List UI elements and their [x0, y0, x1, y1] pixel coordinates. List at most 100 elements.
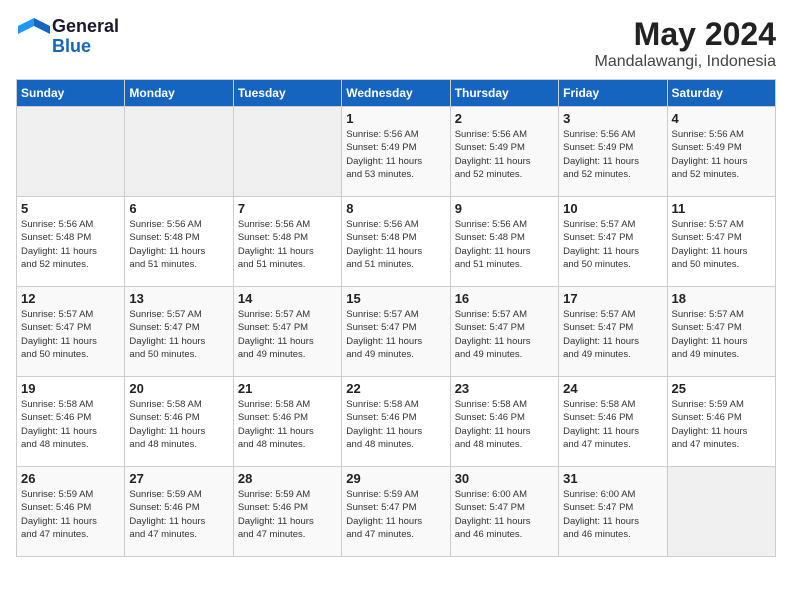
day-number: 15 [346, 291, 445, 306]
day-info: Sunrise: 5:58 AM Sunset: 5:46 PM Dayligh… [346, 398, 445, 451]
day-info: Sunrise: 5:57 AM Sunset: 5:47 PM Dayligh… [563, 308, 662, 361]
calendar-cell: 23Sunrise: 5:58 AM Sunset: 5:46 PM Dayli… [450, 377, 558, 467]
day-info: Sunrise: 5:56 AM Sunset: 5:49 PM Dayligh… [346, 128, 445, 181]
day-info: Sunrise: 5:59 AM Sunset: 5:47 PM Dayligh… [346, 488, 445, 541]
day-number: 5 [21, 201, 120, 216]
calendar-cell: 5 Sunrise: 5:56 AM Sunset: 5:48 PM Daylig… [17, 197, 125, 287]
calendar-cell: 29 Sunrise: 5:59 AM Sunset: 5:47 PM Dayli… [342, 467, 450, 557]
day-info: Sunrise: 5:56 AM Sunset: 5:49 PM Dayligh… [672, 128, 771, 181]
day-info: Sunrise: 5:59 AM Sunset: 5:46 PM Dayligh… [129, 488, 228, 541]
day-number: 29 [346, 471, 445, 486]
logo: General Blue [16, 16, 119, 57]
day-info: Sunrise: 5:59 AM Sunset: 5:46 PM Dayligh… [238, 488, 337, 541]
calendar-cell [667, 467, 775, 557]
calendar-cell: 2 Sunrise: 5:56 AM Sunset: 5:49 PM Daylig… [450, 107, 558, 197]
day-info: Sunrise: 5:58 AM Sunset: 5:46 PM Dayligh… [563, 398, 662, 451]
day-info: Sunrise: 5:58 AM Sunset: 5:46 PM Dayligh… [455, 398, 554, 451]
day-number: 18 [672, 291, 771, 306]
day-number: 16 [455, 291, 554, 306]
calendar-week-row: 5 Sunrise: 5:56 AM Sunset: 5:48 PM Daylig… [17, 197, 776, 287]
calendar-cell [125, 107, 233, 197]
day-info: Sunrise: 5:58 AM Sunset: 5:46 PM Dayligh… [238, 398, 337, 451]
day-info: Sunrise: 5:56 AM Sunset: 5:48 PM Dayligh… [21, 218, 120, 271]
calendar-title: May 2024 [595, 16, 776, 53]
day-info: Sunrise: 5:56 AM Sunset: 5:48 PM Dayligh… [129, 218, 228, 271]
day-info: Sunrise: 5:58 AM Sunset: 5:46 PM Dayligh… [21, 398, 120, 451]
weekday-header-row: SundayMondayTuesdayWednesdayThursdayFrid… [17, 80, 776, 107]
calendar-cell: 6 Sunrise: 5:56 AM Sunset: 5:48 PM Daylig… [125, 197, 233, 287]
weekday-header-thursday: Thursday [450, 80, 558, 107]
weekday-header-friday: Friday [559, 80, 667, 107]
day-info: Sunrise: 5:57 AM Sunset: 5:47 PM Dayligh… [129, 308, 228, 361]
calendar-cell: 4Sunrise: 5:56 AM Sunset: 5:49 PM Daylig… [667, 107, 775, 197]
calendar-cell: 8Sunrise: 5:56 AM Sunset: 5:48 PM Daylig… [342, 197, 450, 287]
calendar-cell: 28 Sunrise: 5:59 AM Sunset: 5:46 PM Dayli… [233, 467, 341, 557]
day-number: 14 [238, 291, 337, 306]
calendar-cell: 19 Sunrise: 5:58 AM Sunset: 5:46 PM Dayli… [17, 377, 125, 467]
calendar-cell: 22 Sunrise: 5:58 AM Sunset: 5:46 PM Dayli… [342, 377, 450, 467]
day-number: 12 [21, 291, 120, 306]
page-header: General Blue May 2024 Mandalawangi, Indo… [16, 16, 776, 71]
calendar-cell: 9 Sunrise: 5:56 AM Sunset: 5:48 PM Daylig… [450, 197, 558, 287]
day-number: 2 [455, 111, 554, 126]
calendar-cell [233, 107, 341, 197]
calendar-table: SundayMondayTuesdayWednesdayThursdayFrid… [16, 79, 776, 557]
day-number: 3 [563, 111, 662, 126]
day-info: Sunrise: 5:57 AM Sunset: 5:47 PM Dayligh… [672, 308, 771, 361]
calendar-cell: 27 Sunrise: 5:59 AM Sunset: 5:46 PM Dayli… [125, 467, 233, 557]
day-info: Sunrise: 5:56 AM Sunset: 5:49 PM Dayligh… [455, 128, 554, 181]
day-info: Sunrise: 5:57 AM Sunset: 5:47 PM Dayligh… [455, 308, 554, 361]
day-info: Sunrise: 5:56 AM Sunset: 5:48 PM Dayligh… [455, 218, 554, 271]
day-number: 31 [563, 471, 662, 486]
day-number: 26 [21, 471, 120, 486]
day-info: Sunrise: 5:57 AM Sunset: 5:47 PM Dayligh… [672, 218, 771, 271]
calendar-cell: 7 Sunrise: 5:56 AM Sunset: 5:48 PM Daylig… [233, 197, 341, 287]
calendar-cell: 11 Sunrise: 5:57 AM Sunset: 5:47 PM Dayli… [667, 197, 775, 287]
day-info: Sunrise: 5:57 AM Sunset: 5:47 PM Dayligh… [21, 308, 120, 361]
calendar-cell: 30Sunrise: 6:00 AM Sunset: 5:47 PM Dayli… [450, 467, 558, 557]
day-number: 11 [672, 201, 771, 216]
day-info: Sunrise: 5:57 AM Sunset: 5:47 PM Dayligh… [346, 308, 445, 361]
calendar-week-row: 1Sunrise: 5:56 AM Sunset: 5:49 PM Daylig… [17, 107, 776, 197]
logo-icon [16, 16, 52, 52]
calendar-cell: 21 Sunrise: 5:58 AM Sunset: 5:46 PM Dayli… [233, 377, 341, 467]
day-info: Sunrise: 6:00 AM Sunset: 5:47 PM Dayligh… [455, 488, 554, 541]
calendar-cell: 25 Sunrise: 5:59 AM Sunset: 5:46 PM Dayli… [667, 377, 775, 467]
calendar-cell: 26 Sunrise: 5:59 AM Sunset: 5:46 PM Dayli… [17, 467, 125, 557]
calendar-cell: 10Sunrise: 5:57 AM Sunset: 5:47 PM Dayli… [559, 197, 667, 287]
day-info: Sunrise: 5:57 AM Sunset: 5:47 PM Dayligh… [563, 218, 662, 271]
calendar-cell: 17Sunrise: 5:57 AM Sunset: 5:47 PM Dayli… [559, 287, 667, 377]
weekday-header-tuesday: Tuesday [233, 80, 341, 107]
logo-general: General [52, 16, 119, 36]
calendar-cell: 12 Sunrise: 5:57 AM Sunset: 5:47 PM Dayli… [17, 287, 125, 377]
day-number: 25 [672, 381, 771, 396]
weekday-header-saturday: Saturday [667, 80, 775, 107]
day-info: Sunrise: 5:58 AM Sunset: 5:46 PM Dayligh… [129, 398, 228, 451]
calendar-cell: 24 Sunrise: 5:58 AM Sunset: 5:46 PM Dayli… [559, 377, 667, 467]
calendar-cell [17, 107, 125, 197]
day-info: Sunrise: 5:59 AM Sunset: 5:46 PM Dayligh… [672, 398, 771, 451]
calendar-cell: 18 Sunrise: 5:57 AM Sunset: 5:47 PM Dayli… [667, 287, 775, 377]
calendar-cell: 3Sunrise: 5:56 AM Sunset: 5:49 PM Daylig… [559, 107, 667, 197]
day-number: 19 [21, 381, 120, 396]
day-number: 22 [346, 381, 445, 396]
day-number: 24 [563, 381, 662, 396]
day-info: Sunrise: 5:56 AM Sunset: 5:48 PM Dayligh… [238, 218, 337, 271]
calendar-cell: 1Sunrise: 5:56 AM Sunset: 5:49 PM Daylig… [342, 107, 450, 197]
day-number: 6 [129, 201, 228, 216]
day-number: 27 [129, 471, 228, 486]
title-block: May 2024 Mandalawangi, Indonesia [595, 16, 776, 71]
calendar-cell: 16 Sunrise: 5:57 AM Sunset: 5:47 PM Dayli… [450, 287, 558, 377]
calendar-cell: 31 Sunrise: 6:00 AM Sunset: 5:47 PM Dayli… [559, 467, 667, 557]
day-number: 21 [238, 381, 337, 396]
day-number: 28 [238, 471, 337, 486]
weekday-header-monday: Monday [125, 80, 233, 107]
calendar-subtitle: Mandalawangi, Indonesia [595, 53, 776, 71]
day-number: 9 [455, 201, 554, 216]
day-number: 7 [238, 201, 337, 216]
day-number: 8 [346, 201, 445, 216]
weekday-header-sunday: Sunday [17, 80, 125, 107]
day-info: Sunrise: 6:00 AM Sunset: 5:47 PM Dayligh… [563, 488, 662, 541]
calendar-week-row: 12 Sunrise: 5:57 AM Sunset: 5:47 PM Dayli… [17, 287, 776, 377]
day-info: Sunrise: 5:59 AM Sunset: 5:46 PM Dayligh… [21, 488, 120, 541]
